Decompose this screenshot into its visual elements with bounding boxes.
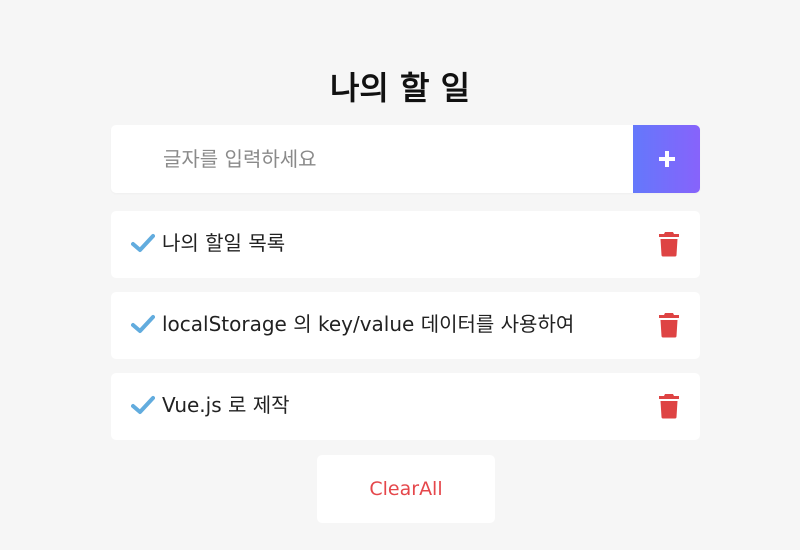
check-icon[interactable] — [131, 233, 155, 253]
todo-text: 나의 할일 목록 — [162, 231, 286, 255]
clear-all-button[interactable]: ClearAll — [317, 455, 495, 523]
remove-todo-button[interactable] — [658, 231, 680, 257]
list-item: Vue.js 로 제작 — [111, 373, 700, 440]
remove-todo-button[interactable] — [658, 312, 680, 338]
todo-list: 나의 할일 목록 localStorage 의 key/value 데이터를 사… — [111, 211, 700, 454]
todo-text: localStorage 의 key/value 데이터를 사용하여 — [162, 312, 575, 336]
todo-input[interactable] — [163, 125, 623, 193]
page-title: 나의 할 일 — [329, 69, 471, 107]
list-item: localStorage 의 key/value 데이터를 사용하여 — [111, 292, 700, 359]
remove-todo-button[interactable] — [658, 393, 680, 419]
trash-icon — [659, 394, 679, 419]
plus-icon — [658, 151, 675, 167]
todo-text: Vue.js 로 제작 — [162, 393, 290, 417]
list-item: 나의 할일 목록 — [111, 211, 700, 278]
check-icon[interactable] — [131, 395, 155, 415]
trash-icon — [659, 232, 679, 257]
check-icon[interactable] — [131, 314, 155, 334]
todo-input-box — [111, 125, 700, 193]
add-todo-button[interactable] — [633, 125, 700, 193]
todo-app: 나의 할 일 나의 할일 목록 — [0, 0, 800, 550]
trash-icon — [659, 313, 679, 338]
